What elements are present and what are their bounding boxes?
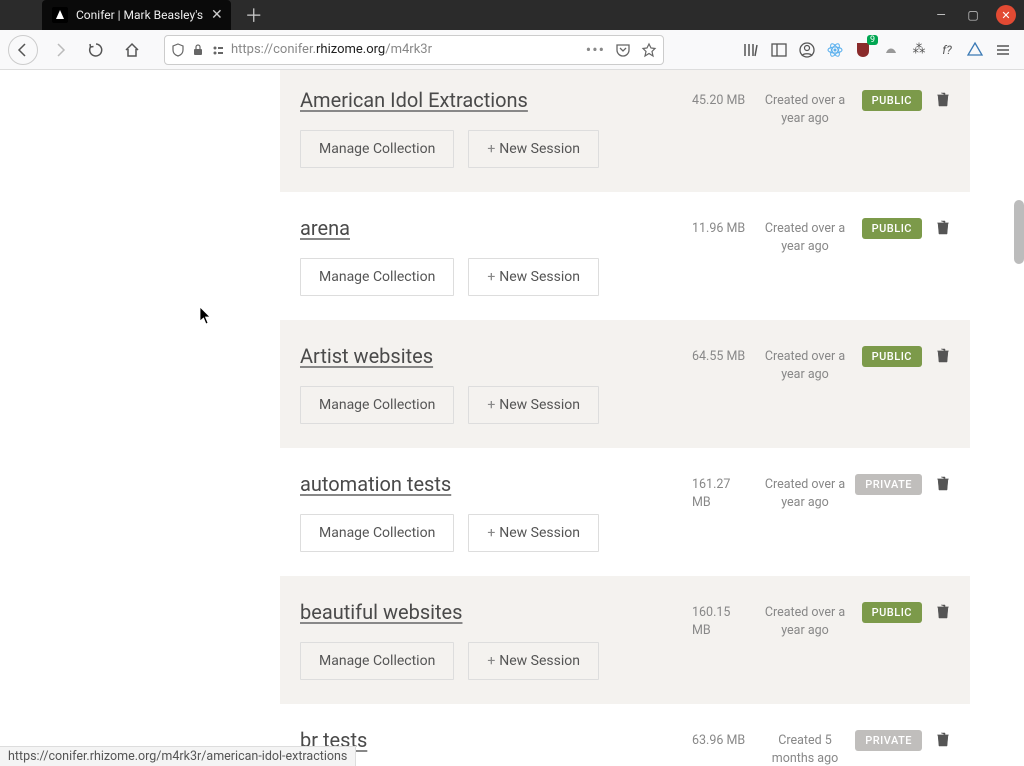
- new-session-button[interactable]: + New Session: [468, 642, 599, 680]
- visibility-badge: PUBLIC: [862, 602, 922, 623]
- collection-created: Created over a year ago: [760, 88, 850, 127]
- library-icon[interactable]: [742, 41, 760, 59]
- manage-collection-button[interactable]: Manage Collection: [300, 514, 454, 552]
- new-session-button[interactable]: + New Session: [468, 386, 599, 424]
- collection-title-link[interactable]: automation tests: [300, 472, 451, 496]
- collection-title-link[interactable]: arena: [300, 216, 350, 240]
- react-devtools-icon[interactable]: [826, 41, 844, 59]
- plus-icon: +: [487, 397, 495, 413]
- collection-size: 64.55 MB: [692, 344, 752, 366]
- collection-row: beautiful websites Manage Collection + New…: [280, 576, 970, 704]
- new-session-button[interactable]: + New Session: [468, 514, 599, 552]
- plus-icon: +: [487, 653, 495, 669]
- collection-row: Artist websites Manage Collection + New Se…: [280, 320, 970, 448]
- browser-toolbar: https://conifer.rhizome.org/m4rk3r ••• 9…: [0, 30, 1024, 70]
- bookmark-star-icon[interactable]: [641, 42, 657, 58]
- url-bar[interactable]: https://conifer.rhizome.org/m4rk3r •••: [164, 35, 664, 65]
- page-content: American Idol Extractions Manage Collecti…: [0, 70, 1024, 766]
- collection-created: Created over a year ago: [760, 344, 850, 383]
- reload-button[interactable]: [82, 36, 110, 64]
- new-tab-button[interactable]: ＋: [245, 2, 263, 28]
- visibility-badge: PRIVATE: [855, 730, 922, 751]
- plus-icon: +: [487, 141, 495, 157]
- visibility-badge: PUBLIC: [862, 218, 922, 239]
- pocket-icon[interactable]: [615, 42, 631, 58]
- delete-button[interactable]: [936, 347, 950, 367]
- collection-row: automation tests Manage Collection + New S…: [280, 448, 970, 576]
- shield-icon: [171, 43, 185, 57]
- delete-button[interactable]: [936, 219, 950, 239]
- manage-collection-button[interactable]: Manage Collection: [300, 130, 454, 168]
- delete-button[interactable]: [936, 475, 950, 495]
- lock-icon: [191, 43, 205, 57]
- collection-size: 45.20 MB: [692, 88, 752, 110]
- mouse-cursor: [199, 306, 213, 326]
- collection-title-link[interactable]: Artist websites: [300, 344, 433, 368]
- visibility-badge: PUBLIC: [862, 346, 922, 367]
- browser-titlebar: Conifer | Mark Beasley's ✕ ＋ — ▢ ✕: [0, 0, 1024, 30]
- collection-created: Created over a year ago: [760, 472, 850, 511]
- extension-icon-3[interactable]: f?: [938, 41, 956, 59]
- minimize-button[interactable]: —: [932, 6, 950, 24]
- maximize-button[interactable]: ▢: [964, 6, 982, 24]
- delete-button[interactable]: [936, 731, 950, 751]
- tab-close-icon[interactable]: ✕: [211, 7, 223, 23]
- new-session-button[interactable]: + New Session: [468, 258, 599, 296]
- conifer-favicon: [52, 7, 68, 23]
- home-button[interactable]: [118, 36, 146, 64]
- tab-title: Conifer | Mark Beasley's: [76, 8, 203, 22]
- manage-collection-button[interactable]: Manage Collection: [300, 642, 454, 680]
- extension-icon-2[interactable]: ⁂: [910, 41, 928, 59]
- ublock-icon[interactable]: 9: [854, 41, 872, 59]
- extension-badge: 9: [867, 35, 878, 45]
- collection-created: Created over a year ago: [760, 216, 850, 255]
- collection-created: Created 5 months ago: [760, 728, 850, 766]
- extension-icon-1[interactable]: [882, 41, 900, 59]
- collection-title-link[interactable]: American Idol Extractions: [300, 88, 528, 112]
- delete-button[interactable]: [936, 603, 950, 623]
- new-session-button[interactable]: + New Session: [468, 130, 599, 168]
- url-text: https://conifer.rhizome.org/m4rk3r: [231, 42, 432, 57]
- page-actions-icon[interactable]: •••: [586, 40, 605, 59]
- plus-icon: +: [487, 525, 495, 541]
- browser-tab[interactable]: Conifer | Mark Beasley's ✕: [42, 0, 231, 30]
- extension-icon-4[interactable]: [966, 41, 984, 59]
- permissions-icon: [211, 43, 225, 57]
- sidebar-icon[interactable]: [770, 41, 788, 59]
- collection-created: Created over a year ago: [760, 600, 850, 639]
- collection-size: 160.15 MB: [692, 600, 752, 639]
- manage-collection-button[interactable]: Manage Collection: [300, 258, 454, 296]
- collection-row: American Idol Extractions Manage Collecti…: [280, 70, 970, 192]
- collection-row: arena Manage Collection + New Session 11.96…: [280, 192, 970, 320]
- delete-button[interactable]: [936, 91, 950, 111]
- collection-title-link[interactable]: beautiful websites: [300, 600, 462, 624]
- plus-icon: +: [487, 269, 495, 285]
- collection-size: 63.96 MB: [692, 728, 752, 750]
- window-controls: — ▢ ✕: [932, 5, 1024, 25]
- status-bar: https://conifer.rhizome.org/m4rk3r/ameri…: [0, 746, 356, 766]
- collection-size: 11.96 MB: [692, 216, 752, 238]
- scrollbar[interactable]: [1014, 70, 1024, 766]
- forward-button: [46, 36, 74, 64]
- visibility-badge: PRIVATE: [855, 474, 922, 495]
- window-close-button[interactable]: ✕: [996, 5, 1016, 25]
- visibility-badge: PUBLIC: [862, 90, 922, 111]
- account-icon[interactable]: [798, 41, 816, 59]
- collection-size: 161.27 MB: [692, 472, 752, 511]
- manage-collection-button[interactable]: Manage Collection: [300, 386, 454, 424]
- scrollbar-thumb[interactable]: [1014, 200, 1024, 264]
- menu-button[interactable]: [994, 41, 1012, 59]
- back-button[interactable]: [8, 35, 38, 65]
- collection-row: br tests63.96 MBCreated 5 months agoPRIV…: [280, 704, 970, 766]
